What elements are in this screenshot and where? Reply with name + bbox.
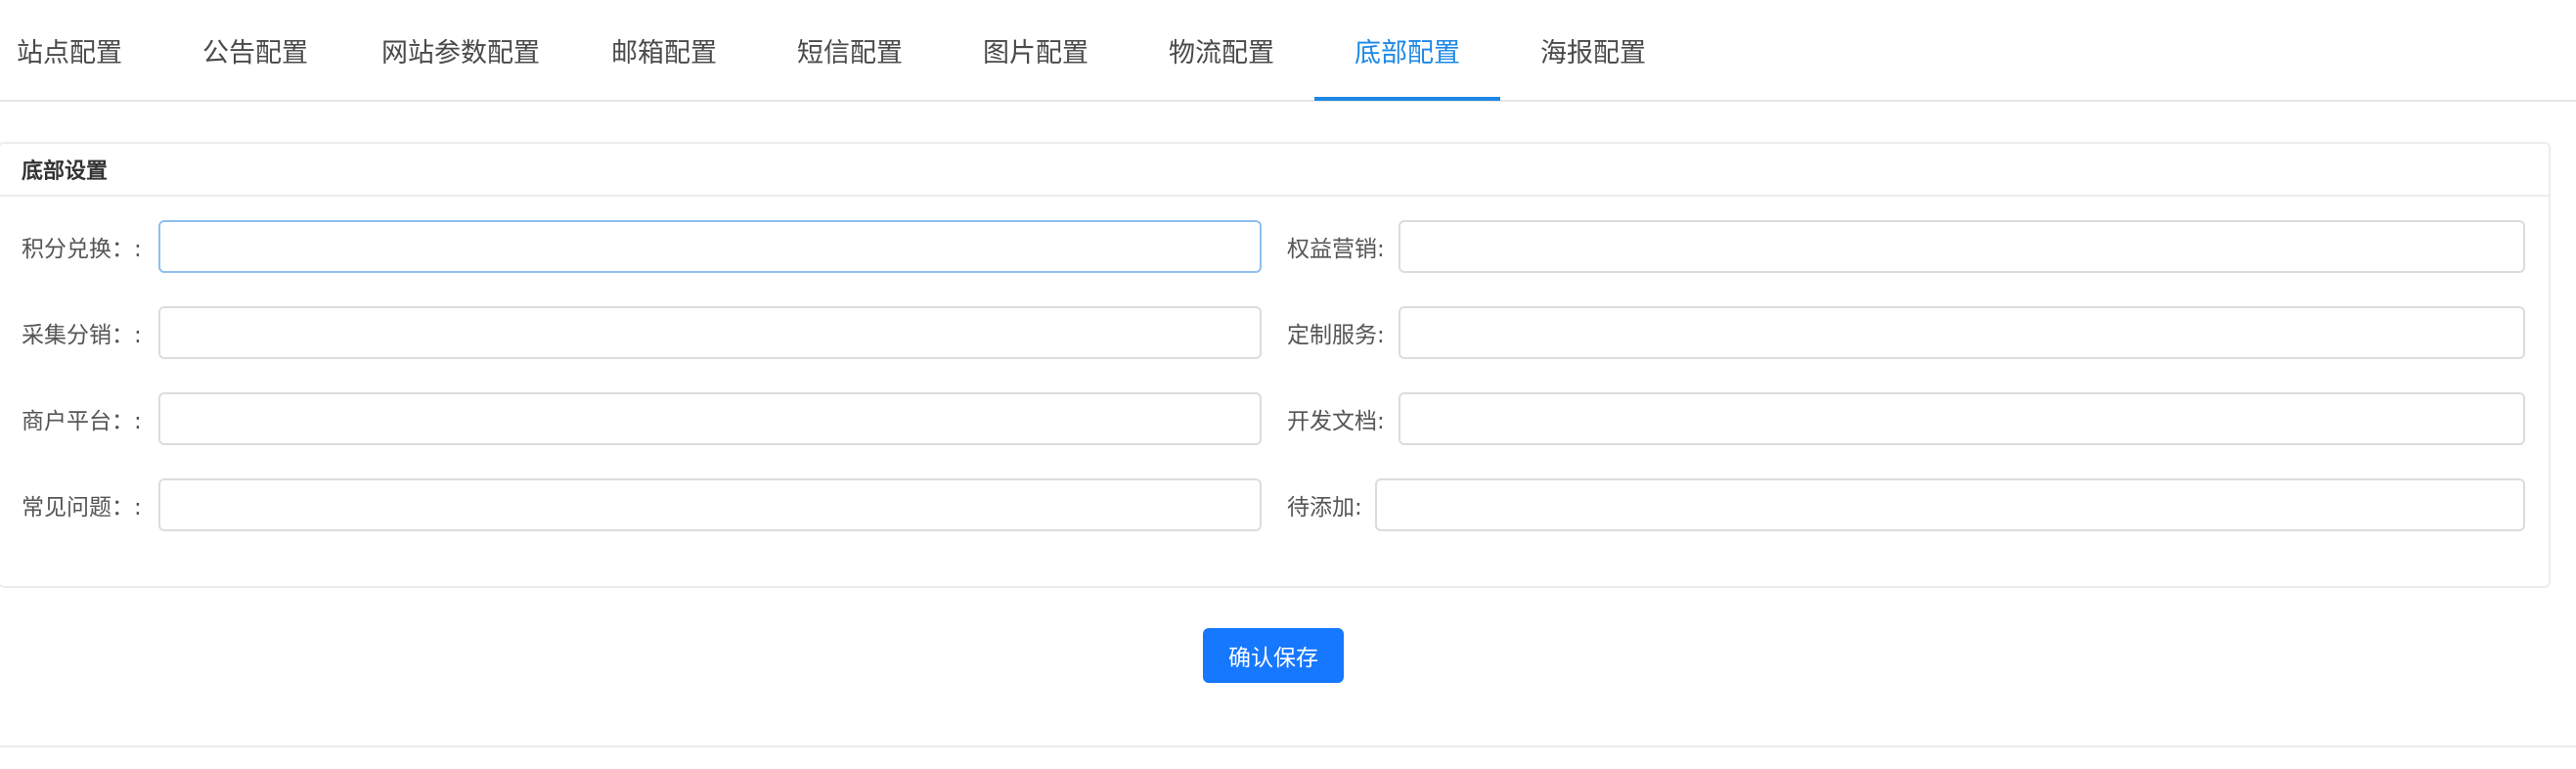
panel-title: 底部设置 — [0, 144, 2549, 197]
config-tab-bar: 站点配置 公告配置 网站参数配置 邮箱配置 短信配置 图片配置 物流配置 底部配… — [0, 0, 2576, 102]
field-label-rights-marketing: 权益营销: — [1287, 237, 1385, 262]
collect-distribution-input[interactable] — [158, 306, 1262, 359]
settings-page: 站点配置 公告配置 网站参数配置 邮箱配置 短信配置 图片配置 物流配置 底部配… — [0, 0, 2576, 769]
tab-announcement-config[interactable]: 公告配置 — [186, 0, 325, 100]
tab-site-params-config[interactable]: 网站参数配置 — [372, 0, 550, 100]
bottom-divider — [0, 746, 2576, 747]
field-label-custom-service: 定制服务: — [1287, 323, 1385, 348]
active-tab-indicator — [1314, 97, 1500, 101]
points-exchange-input[interactable] — [158, 220, 1262, 273]
tab-footer-config[interactable]: 底部配置 — [1314, 0, 1500, 100]
tab-email-config[interactable]: 邮箱配置 — [595, 0, 733, 100]
confirm-save-button[interactable]: 确认保存 — [1203, 628, 1344, 683]
merchant-platform-input[interactable] — [158, 392, 1262, 445]
field-label-points-exchange: 积分兑换：: — [22, 237, 142, 262]
tab-site-config[interactable]: 站点配置 — [0, 0, 139, 100]
tab-poster-config[interactable]: 海报配置 — [1524, 0, 1663, 100]
faq-input[interactable] — [158, 478, 1262, 531]
rights-marketing-input[interactable] — [1399, 220, 2525, 273]
tab-image-config[interactable]: 图片配置 — [966, 0, 1105, 100]
field-label-to-be-added: 待添加: — [1287, 495, 1362, 520]
to-be-added-input[interactable] — [1375, 478, 2525, 531]
dev-docs-input[interactable] — [1399, 392, 2525, 445]
field-label-faq: 常见问题：: — [22, 495, 142, 520]
field-label-merchant-platform: 商户平台：: — [22, 409, 142, 434]
field-label-dev-docs: 开发文档: — [1287, 409, 1385, 434]
footer-settings-panel: 底部设置 积分兑换：: 采集分销：: 商户平台：: 常见问题：: 权益营销: 定… — [0, 142, 2551, 588]
tab-sms-config[interactable]: 短信配置 — [780, 0, 919, 100]
custom-service-input[interactable] — [1399, 306, 2525, 359]
tab-logistics-config[interactable]: 物流配置 — [1152, 0, 1291, 100]
field-label-collect-distribution: 采集分销：: — [22, 323, 142, 348]
